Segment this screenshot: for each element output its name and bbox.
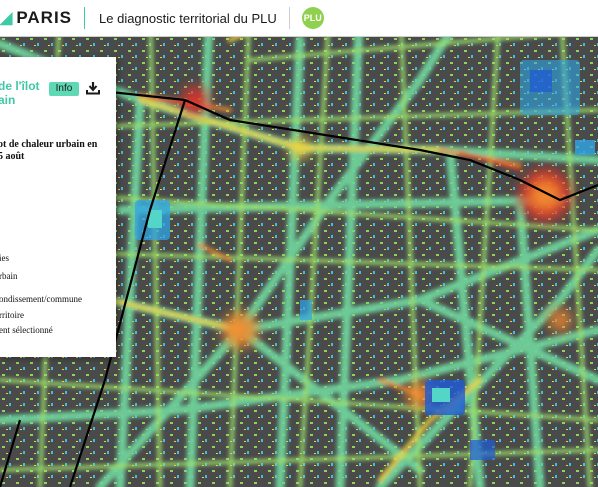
brand-text: PARIS (16, 8, 73, 27)
panel-title-line2: ain (0, 93, 16, 107)
header-divider-2 (288, 7, 290, 29)
legend-item: rbain (0, 271, 18, 281)
panel-title-line1: de l'îlot (0, 79, 40, 93)
app-header: ◢ PARIS Le diagnostic territorial du PLU… (0, 0, 598, 37)
legend-item: rritoire (0, 310, 24, 320)
download-icon[interactable] (86, 81, 100, 95)
plu-logo-text: PLU (303, 13, 322, 23)
legend-item: ent sélectionné (0, 325, 53, 335)
app-subtitle: Le diagnostic territorial du PLU (99, 10, 277, 26)
layer-title: ot de chaleur urbain en 5 août (0, 139, 116, 163)
layer-title-line2: 5 août (0, 151, 25, 162)
legend-item: ies (0, 253, 9, 263)
legend-item: ondissement/commune (0, 294, 82, 304)
layer-title-line1: ot de chaleur urbain en (0, 139, 98, 150)
info-button[interactable]: Info (49, 82, 79, 96)
plu-logo-icon[interactable]: PLU (301, 7, 324, 29)
header-divider (84, 7, 86, 29)
paris-boat-icon: ◢ (0, 10, 14, 27)
layer-info-panel: de l'îlot ain Info ot de chaleur urbain … (0, 57, 116, 357)
paris-logo[interactable]: ◢ PARIS (0, 8, 72, 28)
panel-title: de l'îlot ain (0, 79, 46, 107)
